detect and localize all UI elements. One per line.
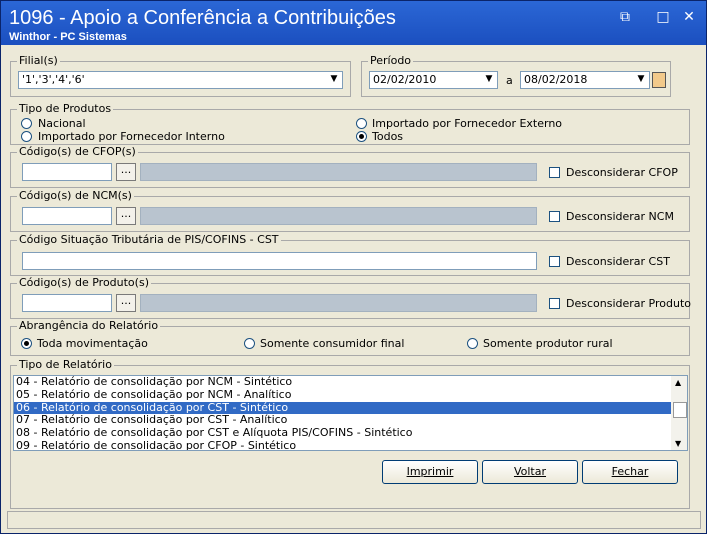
filial-select[interactable]: '1','3','4','6' bbox=[18, 71, 343, 89]
fechar-label: Fechar bbox=[611, 465, 649, 478]
fechar-button[interactable]: Fechar bbox=[582, 460, 678, 484]
calendar-icon[interactable] bbox=[652, 72, 666, 88]
radio-produtor-rural-label: Somente produtor rural bbox=[483, 337, 613, 350]
periodo-label: Período bbox=[368, 54, 414, 67]
filial-value: '1','3','4','6' bbox=[22, 73, 85, 86]
periodo-end-input[interactable]: 08/02/2018 bbox=[520, 71, 650, 89]
radio-toda-movimentacao[interactable] bbox=[21, 338, 32, 349]
client-area: Filial(s) '1','3','4','6' ▼ Período 02/0… bbox=[5, 47, 702, 530]
radio-consumidor-final[interactable] bbox=[244, 338, 255, 349]
cfop-description bbox=[140, 163, 537, 181]
ncm-description bbox=[140, 207, 537, 225]
periodo-start-dropdown-icon[interactable]: ▼ bbox=[481, 72, 497, 88]
imprimir-label: Imprimir bbox=[406, 465, 454, 478]
produto-checkbox[interactable] bbox=[549, 298, 560, 309]
abrangencia-label: Abrangência do Relatório bbox=[17, 319, 161, 332]
radio-todos[interactable] bbox=[356, 131, 367, 142]
radio-importado-externo-label: Importado por Fornecedor Externo bbox=[372, 117, 563, 130]
imprimir-button[interactable]: Imprimir bbox=[382, 460, 478, 484]
periodo-start-value: 02/02/2010 bbox=[373, 73, 437, 86]
voltar-button[interactable]: Voltar bbox=[482, 460, 578, 484]
ncm-checkbox[interactable] bbox=[549, 211, 560, 222]
relatorio-listbox[interactable]: 04 - Relatório de consolidação por NCM -… bbox=[13, 375, 688, 451]
radio-produtor-rural[interactable] bbox=[467, 338, 478, 349]
periodo-end-value: 08/02/2018 bbox=[524, 73, 588, 86]
main-window: 1096 - Apoio a Conferência a Contribuiçõ… bbox=[0, 0, 707, 534]
scroll-thumb[interactable] bbox=[673, 402, 687, 418]
produto-group: Código(s) de Produto(s) ... Desconsidera… bbox=[10, 276, 691, 319]
produto-label: Código(s) de Produto(s) bbox=[17, 276, 151, 289]
radio-nacional[interactable] bbox=[21, 118, 32, 129]
cst-label: Código Situação Tributária de PIS/COFINS… bbox=[17, 233, 281, 246]
periodo-separator: a bbox=[506, 74, 513, 87]
filial-group: Filial(s) '1','3','4','6' ▼ bbox=[10, 54, 351, 97]
radio-importado-interno-label: Importado por Fornecedor Interno bbox=[38, 130, 225, 143]
cfop-checkbox-label: Desconsiderar CFOP bbox=[566, 166, 678, 179]
filial-label: Filial(s) bbox=[17, 54, 60, 67]
scroll-up-icon[interactable]: ▲ bbox=[675, 378, 681, 387]
produto-input[interactable] bbox=[22, 294, 112, 312]
status-bar bbox=[7, 511, 701, 529]
close-icon[interactable]: ✕ bbox=[679, 8, 699, 26]
radio-nacional-label: Nacional bbox=[38, 117, 86, 130]
tipo-produtos-label: Tipo de Produtos bbox=[17, 102, 114, 115]
scroll-down-icon[interactable]: ▼ bbox=[675, 439, 681, 448]
periodo-end-dropdown-icon[interactable]: ▼ bbox=[633, 72, 649, 88]
abrangencia-group: Abrangência do Relatório Toda movimentaç… bbox=[10, 319, 690, 356]
cst-checkbox[interactable] bbox=[549, 256, 560, 267]
produto-description bbox=[140, 294, 537, 312]
list-item[interactable]: 09 - Relatório de consolidação por CFOP … bbox=[14, 439, 687, 450]
radio-consumidor-final-label: Somente consumidor final bbox=[260, 337, 405, 350]
maximize-icon[interactable]: □ bbox=[653, 8, 673, 26]
title-bar: 1096 - Apoio a Conferência a Contribuiçõ… bbox=[1, 1, 706, 45]
window-subtitle: Winthor - PC Sistemas bbox=[9, 31, 127, 43]
window-title: 1096 - Apoio a Conferência a Contribuiçõ… bbox=[9, 7, 396, 29]
tipo-relatorio-label: Tipo de Relatório bbox=[17, 358, 114, 371]
list-scrollbar[interactable]: ▲ ▼ bbox=[671, 376, 687, 450]
ncm-input[interactable] bbox=[22, 207, 112, 225]
cfop-input[interactable] bbox=[22, 163, 112, 181]
periodo-group: Período 02/02/2010 ▼ a 08/02/2018 ▼ bbox=[361, 54, 671, 97]
filial-dropdown-icon[interactable]: ▼ bbox=[326, 72, 342, 88]
tipo-relatorio-group: Tipo de Relatório 04 - Relatório de cons… bbox=[10, 358, 690, 509]
voltar-label: Voltar bbox=[513, 465, 547, 478]
cfop-label: Código(s) de CFOP(s) bbox=[17, 145, 138, 158]
tipo-produtos-group: Tipo de Produtos Nacional Importado por … bbox=[10, 102, 690, 145]
radio-todos-label: Todos bbox=[372, 130, 404, 143]
ncm-checkbox-label: Desconsiderar NCM bbox=[566, 210, 674, 223]
list-item[interactable]: 05 - Relatório de consolidação por NCM -… bbox=[14, 388, 687, 402]
restore-icon[interactable]: ⧉ bbox=[615, 8, 635, 26]
ncm-search-button[interactable]: ... bbox=[116, 207, 136, 225]
cst-checkbox-label: Desconsiderar CST bbox=[566, 255, 670, 268]
cst-group: Código Situação Tributária de PIS/COFINS… bbox=[10, 233, 690, 276]
cfop-search-button[interactable]: ... bbox=[116, 163, 136, 181]
cfop-checkbox[interactable] bbox=[549, 167, 560, 178]
cst-input[interactable] bbox=[22, 252, 537, 270]
ncm-group: Código(s) de NCM(s) ... Desconsiderar NC… bbox=[10, 189, 690, 232]
ncm-label: Código(s) de NCM(s) bbox=[17, 189, 134, 202]
produto-search-button[interactable]: ... bbox=[116, 294, 136, 312]
cfop-group: Código(s) de CFOP(s) ... Desconsiderar C… bbox=[10, 145, 690, 188]
radio-toda-movimentacao-label: Toda movimentação bbox=[37, 337, 148, 350]
radio-importado-interno[interactable] bbox=[21, 131, 32, 142]
periodo-start-input[interactable]: 02/02/2010 bbox=[369, 71, 498, 89]
produto-checkbox-label: Desconsiderar Produto bbox=[566, 297, 691, 310]
radio-importado-externo[interactable] bbox=[356, 118, 367, 129]
list-item[interactable]: 04 - Relatório de consolidação por NCM -… bbox=[14, 376, 687, 389]
